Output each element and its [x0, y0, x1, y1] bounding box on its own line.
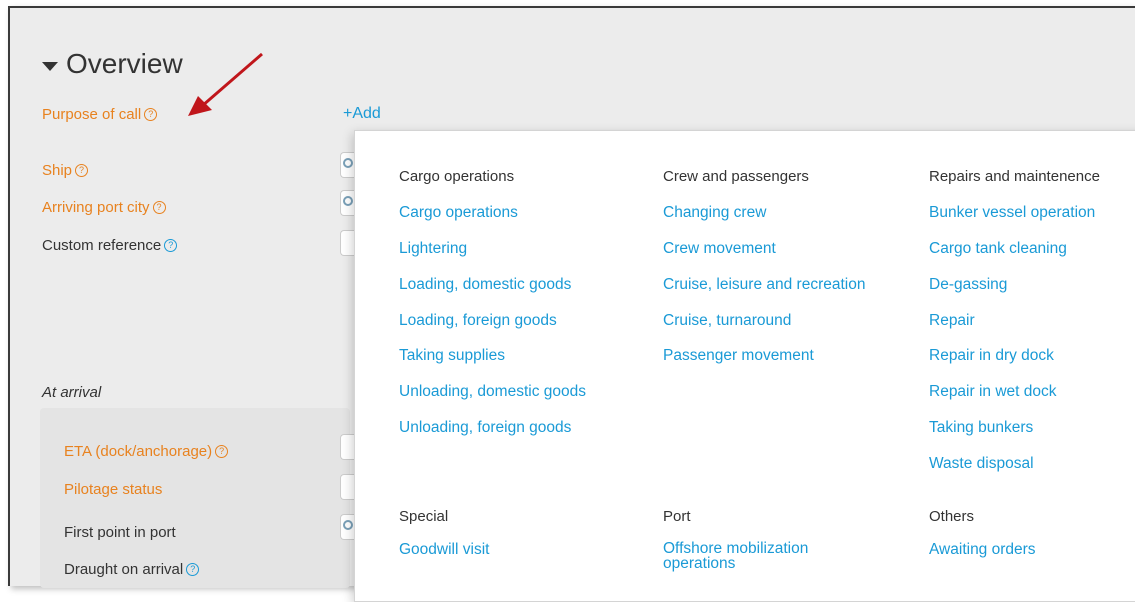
ship-label: Ship?: [42, 162, 89, 179]
option-taking-supplies[interactable]: Taking supplies: [399, 347, 505, 365]
option-loading-foreign[interactable]: Loading, foreign goods: [399, 312, 557, 330]
option-cargo-tank-cleaning[interactable]: Cargo tank cleaning: [929, 240, 1067, 258]
annotation-arrow-icon: [188, 52, 263, 116]
option-crew-movement[interactable]: Crew movement: [663, 240, 776, 258]
help-icon[interactable]: ?: [75, 163, 89, 177]
purpose-of-call-dropdown: Cargo operations Crew and passengers Rep…: [354, 130, 1135, 602]
group-heading-crew: Crew and passengers: [663, 168, 809, 185]
option-unloading-foreign[interactable]: Unloading, foreign goods: [399, 419, 571, 437]
option-repair[interactable]: Repair: [929, 312, 975, 330]
group-heading-cargo: Cargo operations: [399, 168, 515, 185]
help-icon[interactable]: ?: [144, 107, 158, 121]
ship-search-input[interactable]: [340, 152, 354, 178]
search-icon: [343, 196, 353, 206]
option-waste-disposal[interactable]: Waste disposal: [929, 455, 1034, 473]
option-cruise-turnaround[interactable]: Cruise, turnaround: [663, 312, 791, 330]
purpose-of-call-label: Purpose of call?: [42, 106, 158, 123]
option-lightering[interactable]: Lightering: [399, 240, 467, 258]
group-heading-port: Port: [663, 508, 691, 525]
option-offshore-mobilization[interactable]: Offshore mobilization operations: [663, 541, 853, 572]
draught-on-arrival-label: Draught on arrival?: [64, 561, 200, 578]
option-passenger-movement[interactable]: Passenger movement: [663, 347, 814, 365]
option-awaiting-orders[interactable]: Awaiting orders: [929, 541, 1036, 559]
overview-section-toggle[interactable]: Overview: [42, 48, 183, 80]
first-point-in-port-label: First point in port: [64, 524, 176, 541]
first-point-input[interactable]: [340, 514, 354, 540]
option-loading-domestic[interactable]: Loading, domestic goods: [399, 276, 571, 294]
custom-reference-label: Custom reference?: [42, 237, 178, 254]
group-heading-special: Special: [399, 508, 449, 525]
option-repair-dry-dock[interactable]: Repair in dry dock: [929, 347, 1054, 365]
search-icon: [343, 158, 353, 168]
option-taking-bunkers[interactable]: Taking bunkers: [929, 419, 1033, 437]
group-heading-others: Others: [929, 508, 975, 525]
custom-reference-input[interactable]: [340, 230, 354, 256]
option-cruise-leisure[interactable]: Cruise, leisure and recreation: [663, 276, 865, 294]
pilotage-status-select[interactable]: [340, 474, 354, 500]
pilotage-status-label: Pilotage status: [64, 481, 163, 498]
option-repair-wet-dock[interactable]: Repair in wet dock: [929, 383, 1057, 401]
help-icon[interactable]: ?: [164, 238, 178, 252]
overview-title: Overview: [66, 48, 183, 79]
eta-label: ETA (dock/anchorage)?: [64, 443, 229, 460]
arriving-port-city-input[interactable]: [340, 190, 354, 216]
option-changing-crew[interactable]: Changing crew: [663, 204, 766, 222]
at-arrival-heading: At arrival: [42, 384, 102, 401]
option-de-gassing[interactable]: De-gassing: [929, 276, 1007, 294]
help-icon[interactable]: ?: [215, 444, 229, 458]
help-icon[interactable]: ?: [152, 200, 166, 214]
add-purpose-button[interactable]: +Add: [343, 105, 381, 123]
option-cargo-operations[interactable]: Cargo operations: [399, 204, 518, 222]
group-heading-repairs: Repairs and maintenence: [929, 168, 1100, 185]
option-goodwill-visit[interactable]: Goodwill visit: [399, 541, 489, 559]
search-icon: [343, 520, 353, 530]
arriving-port-city-label: Arriving port city?: [42, 199, 166, 216]
eta-date-input[interactable]: [340, 434, 354, 460]
option-unloading-domestic[interactable]: Unloading, domestic goods: [399, 383, 586, 401]
option-bunker-vessel[interactable]: Bunker vessel operation: [929, 204, 1095, 222]
caret-down-icon: [42, 61, 58, 71]
